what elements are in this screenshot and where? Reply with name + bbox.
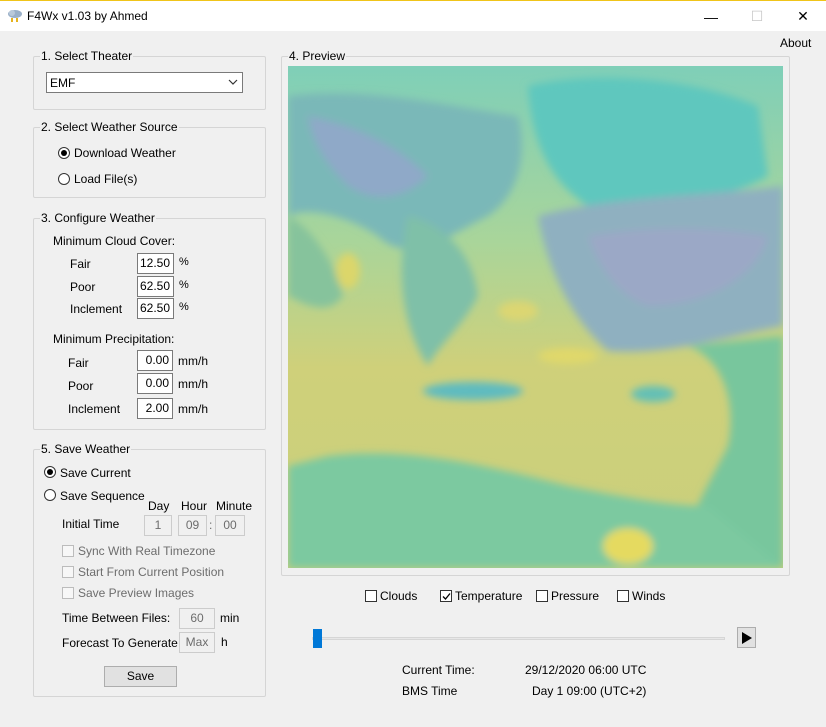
forecast-to-generate-input[interactable]: Max [179, 632, 215, 653]
precip-fair-input[interactable]: 0.00 [137, 350, 173, 371]
winds-layer-checkbox[interactable] [617, 590, 629, 602]
cloud-cover-title: Minimum Cloud Cover: [53, 234, 176, 248]
current-time-value: 29/12/2020 06:00 UTC [525, 663, 647, 677]
cloud-poor-unit: % [179, 279, 189, 291]
sync-timezone-checkbox[interactable] [62, 545, 74, 557]
save-sequence-radio[interactable] [44, 489, 56, 501]
initial-hour-input[interactable]: 09 [178, 515, 207, 536]
day-column-label: Day [148, 499, 170, 513]
time-separator: : [209, 518, 213, 532]
temperature-layer-label[interactable]: Temperature [455, 589, 522, 603]
precip-fair-unit: mm/h [178, 354, 208, 368]
precipitation-title: Minimum Precipitation: [53, 332, 175, 346]
precip-inclement-input[interactable]: 2.00 [137, 398, 173, 419]
precip-poor-unit: mm/h [178, 377, 208, 391]
theater-selected-value: EMF [50, 76, 76, 90]
timeline-slider-thumb[interactable] [313, 629, 322, 648]
maximize-button[interactable]: ☐ [734, 1, 780, 32]
precip-poor-label: Poor [68, 379, 94, 393]
cloud-fair-unit: % [179, 256, 189, 268]
play-icon [742, 632, 752, 644]
save-button[interactable]: Save [104, 666, 177, 687]
save-current-label[interactable]: Save Current [60, 466, 131, 480]
download-weather-label[interactable]: Download Weather [74, 146, 176, 160]
save-current-radio[interactable] [44, 466, 56, 478]
winds-layer-label[interactable]: Winds [632, 589, 665, 603]
source-legend: 2. Select Weather Source [40, 120, 179, 134]
initial-day-input[interactable]: 1 [144, 515, 172, 536]
start-current-position-label[interactable]: Start From Current Position [78, 565, 224, 579]
cloud-fair-input[interactable]: 12.50 [137, 253, 174, 274]
cloud-inclement-unit: % [179, 301, 189, 313]
theater-select[interactable]: EMF [46, 72, 243, 93]
time-between-files-input[interactable]: 60 [179, 608, 215, 629]
cloud-inclement-label: Inclement [70, 302, 123, 316]
save-sequence-label[interactable]: Save Sequence [60, 489, 145, 503]
bms-time-label: BMS Time [402, 684, 458, 698]
forecast-to-generate-unit: h [221, 635, 228, 649]
initial-minute-input[interactable]: 00 [215, 515, 245, 536]
load-files-label[interactable]: Load File(s) [74, 172, 137, 186]
configure-legend: 3. Configure Weather [40, 211, 156, 225]
close-button[interactable]: ✕ [780, 1, 826, 32]
preview-legend: 4. Preview [288, 49, 347, 63]
cloud-poor-label: Poor [70, 280, 96, 294]
cloud-inclement-input[interactable]: 62.50 [137, 298, 174, 319]
theater-legend: 1. Select Theater [40, 49, 134, 63]
precip-poor-input[interactable]: 0.00 [137, 373, 173, 394]
load-files-radio[interactable] [58, 173, 70, 185]
current-time-label: Current Time: [402, 663, 475, 677]
download-weather-radio[interactable] [58, 147, 70, 159]
chevron-down-icon [228, 79, 238, 85]
save-legend: 5. Save Weather [40, 442, 132, 456]
cloud-fair-label: Fair [70, 257, 91, 271]
source-group [33, 127, 266, 198]
minimize-button[interactable]: — [688, 1, 734, 32]
precip-fair-label: Fair [68, 356, 89, 370]
minimize-icon: — [704, 8, 718, 25]
save-preview-images-checkbox[interactable] [62, 587, 74, 599]
timeline-slider-track[interactable] [312, 637, 725, 640]
pressure-layer-checkbox[interactable] [536, 590, 548, 602]
precip-inclement-label: Inclement [68, 402, 121, 416]
time-between-files-unit: min [220, 611, 240, 625]
weather-preview-map[interactable] [288, 66, 783, 568]
window-title: F4Wx v1.03 by Ahmed [27, 9, 148, 23]
play-button[interactable] [737, 627, 756, 648]
initial-time-label: Initial Time [62, 517, 120, 531]
weather-map-image [288, 66, 783, 568]
start-current-position-checkbox[interactable] [62, 566, 74, 578]
sync-timezone-label[interactable]: Sync With Real Timezone [78, 544, 215, 558]
about-menu[interactable]: About [780, 36, 811, 50]
pressure-layer-label[interactable]: Pressure [551, 589, 599, 603]
save-preview-images-label[interactable]: Save Preview Images [78, 586, 194, 600]
clouds-layer-checkbox[interactable] [365, 590, 377, 602]
app-icon [8, 10, 22, 22]
close-icon: ✕ [797, 8, 809, 24]
temperature-layer-checkbox[interactable] [440, 590, 452, 602]
clouds-layer-label[interactable]: Clouds [380, 589, 417, 603]
cloud-poor-input[interactable]: 62.50 [137, 276, 174, 297]
precip-inclement-unit: mm/h [178, 402, 208, 416]
maximize-icon: ☐ [750, 8, 764, 24]
minute-column-label: Minute [216, 499, 253, 513]
check-icon [442, 593, 451, 600]
hour-column-label: Hour [181, 499, 208, 513]
bms-time-value: Day 1 09:00 (UTC+2) [532, 684, 647, 698]
forecast-to-generate-label: Forecast To Generate [62, 636, 178, 650]
time-between-files-label: Time Between Files: [62, 611, 171, 625]
title-bar[interactable]: F4Wx v1.03 by Ahmed — ☐ ✕ [0, 0, 826, 31]
